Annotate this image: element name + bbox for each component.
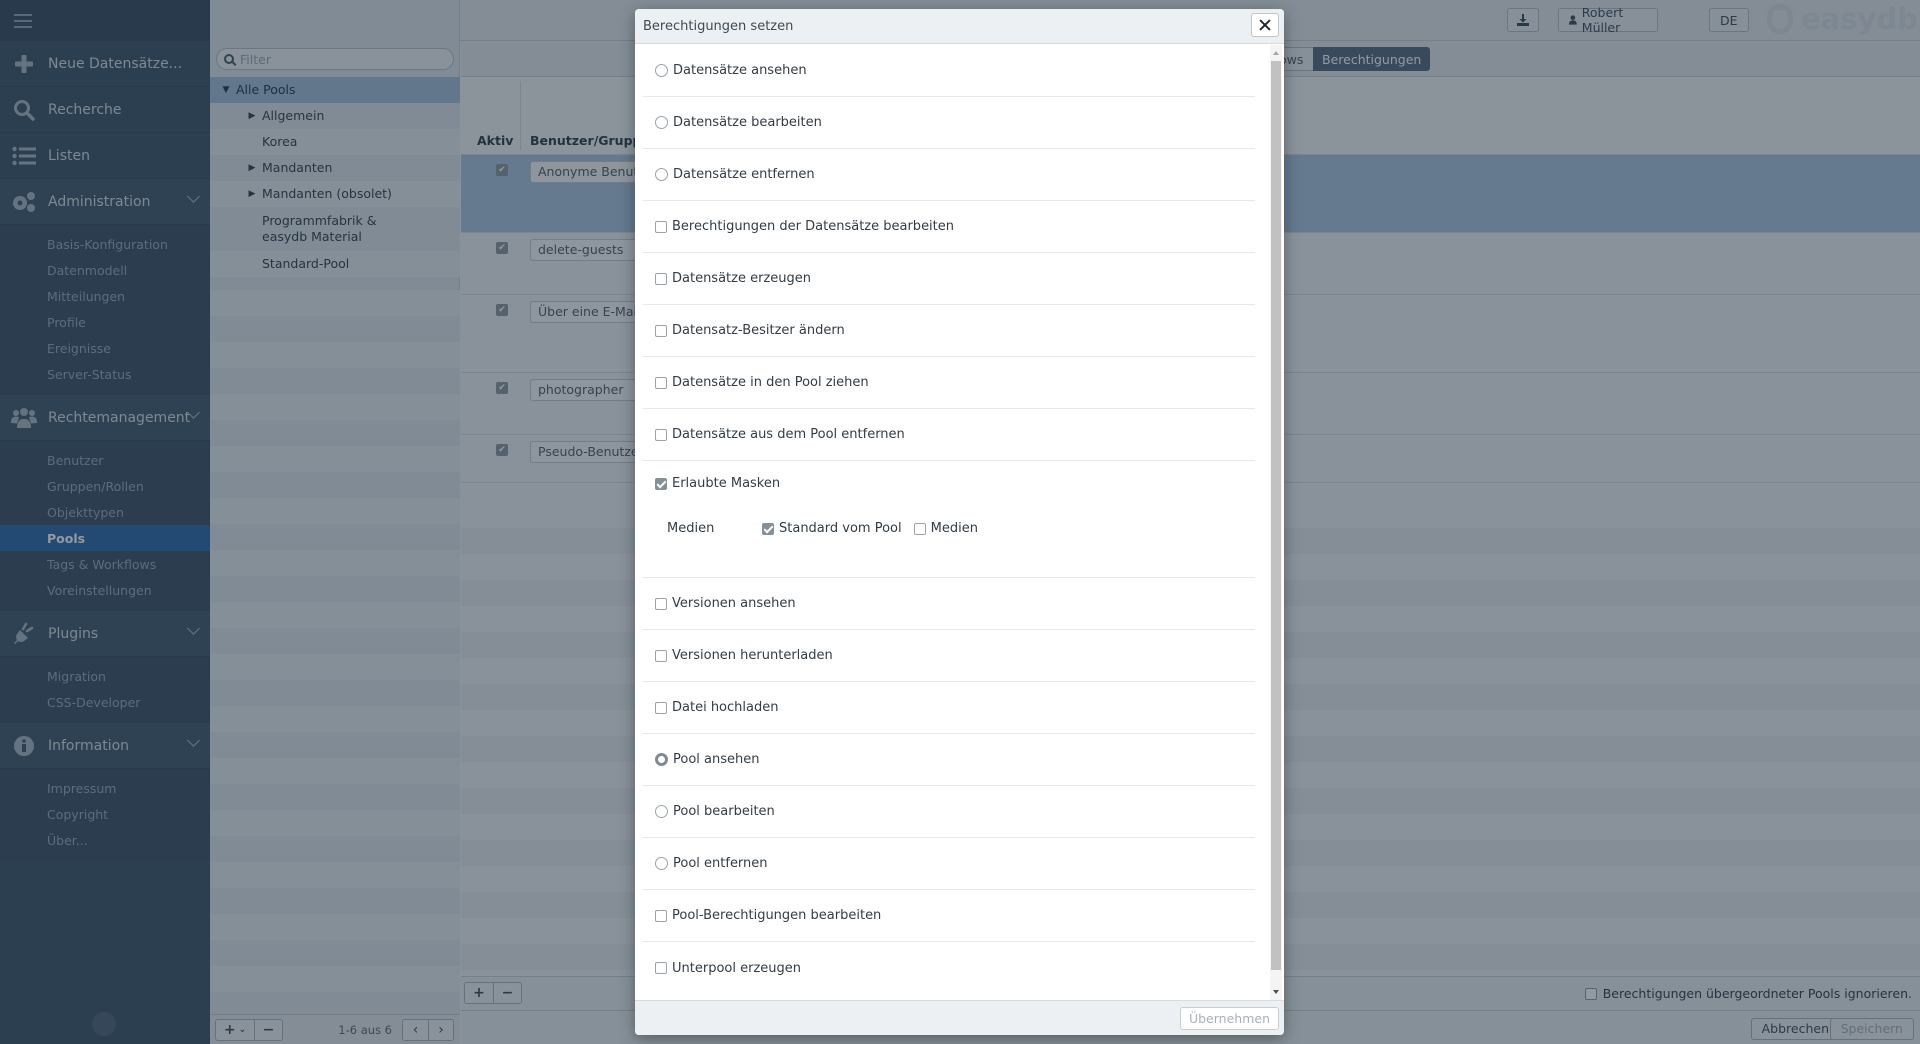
- permission-besitzer-aendern[interactable]: Datensatz-Besitzer ändern: [643, 305, 1255, 357]
- permission-pool-ansehen[interactable]: Pool ansehen: [643, 734, 1255, 786]
- checkbox[interactable]: [655, 376, 667, 389]
- checkbox-checked[interactable]: [762, 522, 774, 535]
- permission-berechtigungen-bearbeiten[interactable]: Berechtigungen der Datensätze bearbeiten: [643, 201, 1255, 253]
- permission-list: Datensätze ansehen Datensätze bearbeiten…: [643, 45, 1255, 994]
- permission-aus-pool-entfernen[interactable]: Datensätze aus dem Pool entfernen: [643, 409, 1255, 461]
- radio-button[interactable]: [655, 805, 668, 818]
- radio-button[interactable]: [655, 168, 668, 181]
- permission-pool-berechtigungen-bearbeiten[interactable]: Pool-Berechtigungen bearbeiten: [643, 890, 1255, 942]
- permission-datei-hochladen[interactable]: Datei hochladen: [643, 682, 1255, 734]
- permission-versionen-ansehen[interactable]: Versionen ansehen: [643, 578, 1255, 630]
- permission-datensaetze-bearbeiten[interactable]: Datensätze bearbeiten: [643, 97, 1255, 149]
- erlaubte-masken-toggle[interactable]: Erlaubte Masken: [655, 476, 780, 491]
- close-button[interactable]: [1251, 13, 1279, 37]
- checkbox[interactable]: [655, 324, 667, 337]
- mask-option-medien[interactable]: Medien: [913, 521, 978, 536]
- mask-objecttype-label: Medien: [667, 521, 715, 536]
- apply-button[interactable]: Übernehmen: [1179, 1007, 1279, 1030]
- scroll-down-arrow-icon[interactable]: [1273, 990, 1279, 994]
- checkbox[interactable]: [655, 597, 667, 610]
- dialog-title: Berechtigungen setzen: [643, 18, 794, 34]
- permission-erlaubte-masken: Erlaubte Masken Medien Standard vom Pool…: [643, 461, 1255, 578]
- checkbox[interactable]: [913, 522, 926, 535]
- dialog-header: Berechtigungen setzen: [635, 9, 1284, 44]
- dialog-body: Datensätze ansehen Datensätze bearbeiten…: [635, 45, 1284, 1000]
- permission-unterpool-erzeugen[interactable]: Unterpool erzeugen: [643, 942, 1255, 994]
- scroll-up-arrow-icon[interactable]: [1273, 51, 1279, 55]
- permission-datensaetze-entfernen[interactable]: Datensätze entfernen: [643, 149, 1255, 201]
- radio-button[interactable]: [655, 116, 668, 129]
- set-permissions-dialog: Berechtigungen setzen Datensätze ansehen…: [635, 9, 1284, 1035]
- mask-row-medien: Medien Standard vom Pool Medien: [655, 521, 990, 536]
- radio-button-selected[interactable]: [655, 753, 668, 766]
- checkbox[interactable]: [655, 649, 667, 662]
- permission-versionen-herunterladen[interactable]: Versionen herunterladen: [643, 630, 1255, 682]
- permission-datensaetze-ansehen[interactable]: Datensätze ansehen: [643, 45, 1255, 97]
- permission-datensaetze-erzeugen[interactable]: Datensätze erzeugen: [643, 253, 1255, 305]
- radio-button[interactable]: [655, 64, 668, 77]
- checkbox[interactable]: [655, 701, 667, 714]
- checkbox[interactable]: [655, 962, 667, 974]
- mask-option-standard[interactable]: Standard vom Pool: [762, 521, 902, 536]
- checkbox[interactable]: [655, 428, 667, 441]
- dialog-footer: Übernehmen: [635, 1000, 1284, 1035]
- permission-in-pool-ziehen[interactable]: Datensätze in den Pool ziehen: [643, 357, 1255, 409]
- radio-button[interactable]: [655, 857, 668, 870]
- permission-pool-bearbeiten[interactable]: Pool bearbeiten: [643, 786, 1255, 838]
- checkbox-checked[interactable]: [655, 477, 667, 490]
- dialog-scrollbar[interactable]: [1270, 45, 1282, 1000]
- checkbox[interactable]: [655, 220, 667, 233]
- permission-pool-entfernen[interactable]: Pool entfernen: [643, 838, 1255, 890]
- checkbox[interactable]: [655, 272, 667, 285]
- scrollbar-thumb[interactable]: [1271, 61, 1281, 970]
- checkbox[interactable]: [655, 909, 667, 922]
